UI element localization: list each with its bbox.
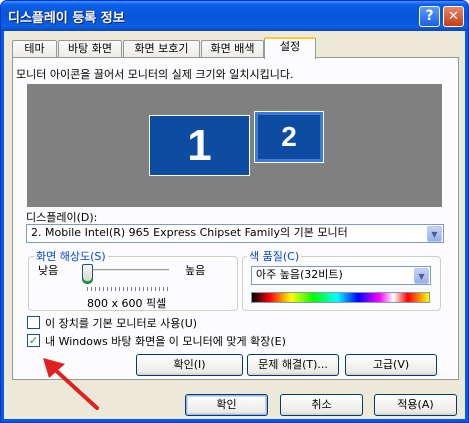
- tab-desktop[interactable]: 바탕 화면: [58, 40, 122, 58]
- close-button[interactable]: ✕: [443, 6, 464, 27]
- help-button[interactable]: ?: [419, 6, 440, 27]
- resolution-low-label: 낮음: [38, 264, 59, 277]
- monitor-2-icon[interactable]: 2: [254, 111, 324, 163]
- apply-button[interactable]: 적용(A): [374, 394, 457, 416]
- tab-theme[interactable]: 테마: [12, 40, 57, 58]
- resolution-slider-track[interactable]: [85, 269, 169, 272]
- resolution-slider-thumb[interactable]: [82, 264, 93, 284]
- ok-button[interactable]: 확인: [185, 394, 268, 416]
- primary-monitor-checkbox[interactable]: [27, 316, 40, 329]
- window-title: 디스플레이 등록 정보: [8, 11, 125, 26]
- annotation-arrow-icon: [43, 358, 99, 410]
- resolution-value: 800 x 600 픽셀: [87, 297, 167, 310]
- display-properties-window: 디스플레이 등록 정보 ? ✕ 테마 바탕 화면 화면 보호기 화면 배색 설정…: [0, 0, 469, 423]
- primary-monitor-label[interactable]: 이 장치를 기본 모니터로 사용(U): [45, 315, 197, 331]
- extend-desktop-label[interactable]: 내 Windows 바탕 화면을 이 모니터에 맞게 확장(E): [45, 333, 286, 349]
- color-quality-select[interactable]: 아주 높음(32비트) ▼: [251, 266, 431, 285]
- tab-screensaver[interactable]: 화면 보호기: [123, 40, 200, 58]
- color-spectrum-preview: [251, 292, 430, 303]
- monitor-instructions: 모니터 아이콘을 끌어서 모니터의 실제 크기와 일치시킵니다.: [16, 68, 294, 81]
- color-quality-value: 아주 높음(32비트): [256, 268, 343, 281]
- chevron-down-icon[interactable]: ▼: [414, 268, 429, 284]
- cancel-button[interactable]: 취소: [280, 394, 363, 416]
- display-select[interactable]: 2. Mobile Intel(R) 965 Express Chipset F…: [26, 224, 444, 243]
- extend-desktop-checkbox[interactable]: ✓: [27, 334, 40, 347]
- troubleshoot-button[interactable]: 문제 해결(T)...: [247, 354, 339, 376]
- tab-appearance[interactable]: 화면 배색: [201, 40, 264, 58]
- resolution-high-label: 높음: [185, 264, 206, 277]
- identify-button[interactable]: 확인(I): [136, 354, 243, 376]
- monitor-1-icon[interactable]: 1: [149, 115, 250, 176]
- resolution-slider-ticks: [87, 287, 169, 291]
- chevron-down-icon[interactable]: ▼: [427, 226, 442, 242]
- display-select-value: 2. Mobile Intel(R) 965 Express Chipset F…: [31, 226, 348, 239]
- title-bar[interactable]: 디스플레이 등록 정보 ? ✕: [1, 1, 468, 31]
- advanced-button[interactable]: 고급(V): [345, 354, 437, 376]
- display-label: 디스플레이(D):: [26, 211, 98, 224]
- tab-settings[interactable]: 설정: [264, 37, 316, 59]
- color-quality-group-title: 색 품질(C): [247, 248, 302, 264]
